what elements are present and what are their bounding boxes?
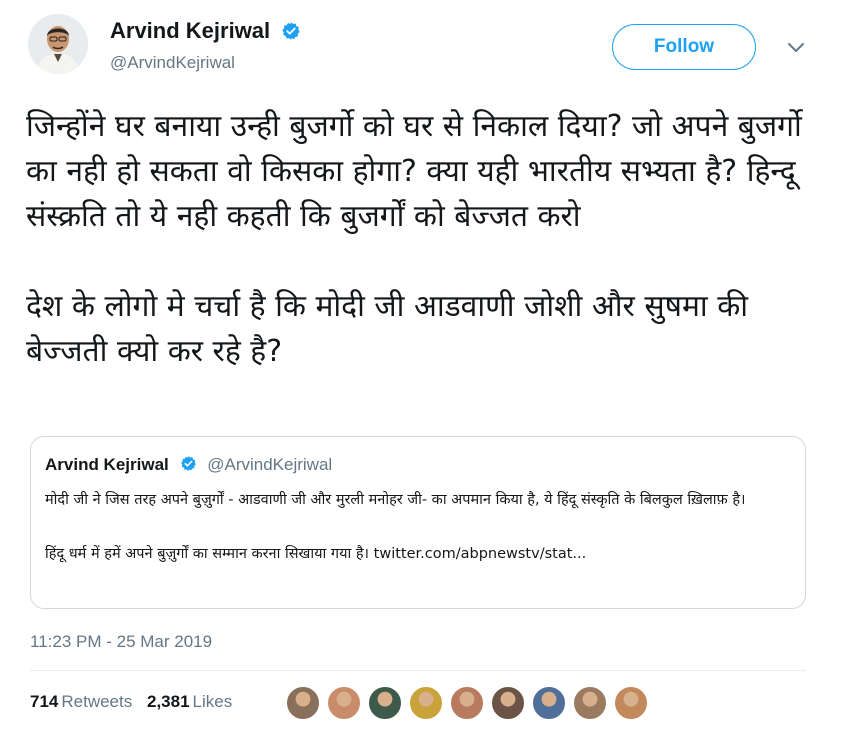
follow-button[interactable]: Follow [612, 24, 756, 70]
author-name[interactable]: Arvind Kejriwal [110, 18, 270, 43]
quoted-paragraph: मोदी जी ने जिस तरह अपने बुज़ुर्गों - आडव… [45, 492, 746, 508]
verified-badge-icon [180, 455, 197, 477]
quoted-paragraph: हिंदू धर्म में हमें अपने बुज़ुर्गों का स… [45, 546, 587, 562]
retweets-count: 714 [30, 692, 59, 711]
liker-avatar[interactable] [286, 686, 320, 720]
liker-avatar[interactable] [368, 686, 402, 720]
liker-avatar[interactable] [532, 686, 566, 720]
tweet-paragraph: देश के लोगो मे चर्चा है कि मोदी जी आडवाण… [26, 289, 749, 369]
quoted-author-handle: @ArvindKejriwal [207, 455, 333, 474]
quoted-author-name: Arvind Kejriwal [45, 455, 169, 474]
quoted-tweet[interactable]: Arvind Kejriwal @ArvindKejriwal मोदी जी … [30, 436, 806, 609]
divider [30, 670, 806, 671]
quoted-tweet-header: Arvind Kejriwal @ArvindKejriwal [45, 455, 791, 477]
chevron-down-icon[interactable] [786, 40, 806, 59]
liker-avatar[interactable] [327, 686, 361, 720]
author-avatar[interactable] [28, 14, 88, 74]
liker-avatar[interactable] [491, 686, 525, 720]
quoted-tweet-text: मोदी जी ने जिस तरह अपने बुज़ुर्गों - आडव… [45, 487, 791, 568]
liker-avatar[interactable] [573, 686, 607, 720]
retweets-stat[interactable]: 714 Retweets [30, 692, 137, 711]
author-handle[interactable]: @ArvindKejriwal [110, 53, 301, 73]
tweet-text: जिन्होंने घर बनाया उन्ही बुजर्गो को घर स… [26, 104, 826, 374]
verified-badge-icon [281, 21, 301, 45]
likes-stat[interactable]: 2,381 Likes [147, 692, 232, 711]
author-block: Arvind Kejriwal @ArvindKejriwal [110, 18, 301, 73]
engagement-stats: 714 Retweets 2,381 Likes [30, 692, 232, 712]
liker-avatar[interactable] [450, 686, 484, 720]
tweet-paragraph: जिन्होंने घर बनाया उन्ही बुजर्गो को घर स… [26, 109, 802, 234]
likes-count: 2,381 [146, 692, 190, 711]
liker-avatar[interactable] [409, 686, 443, 720]
likes-label: Likes [192, 692, 233, 711]
retweets-label: Retweets [61, 692, 133, 711]
profile-photo-icon [28, 14, 88, 74]
liker-avatar[interactable] [614, 686, 648, 720]
liker-avatars [286, 686, 655, 720]
tweet-timestamp[interactable]: 11:23 PM - 25 Mar 2019 [30, 632, 212, 652]
